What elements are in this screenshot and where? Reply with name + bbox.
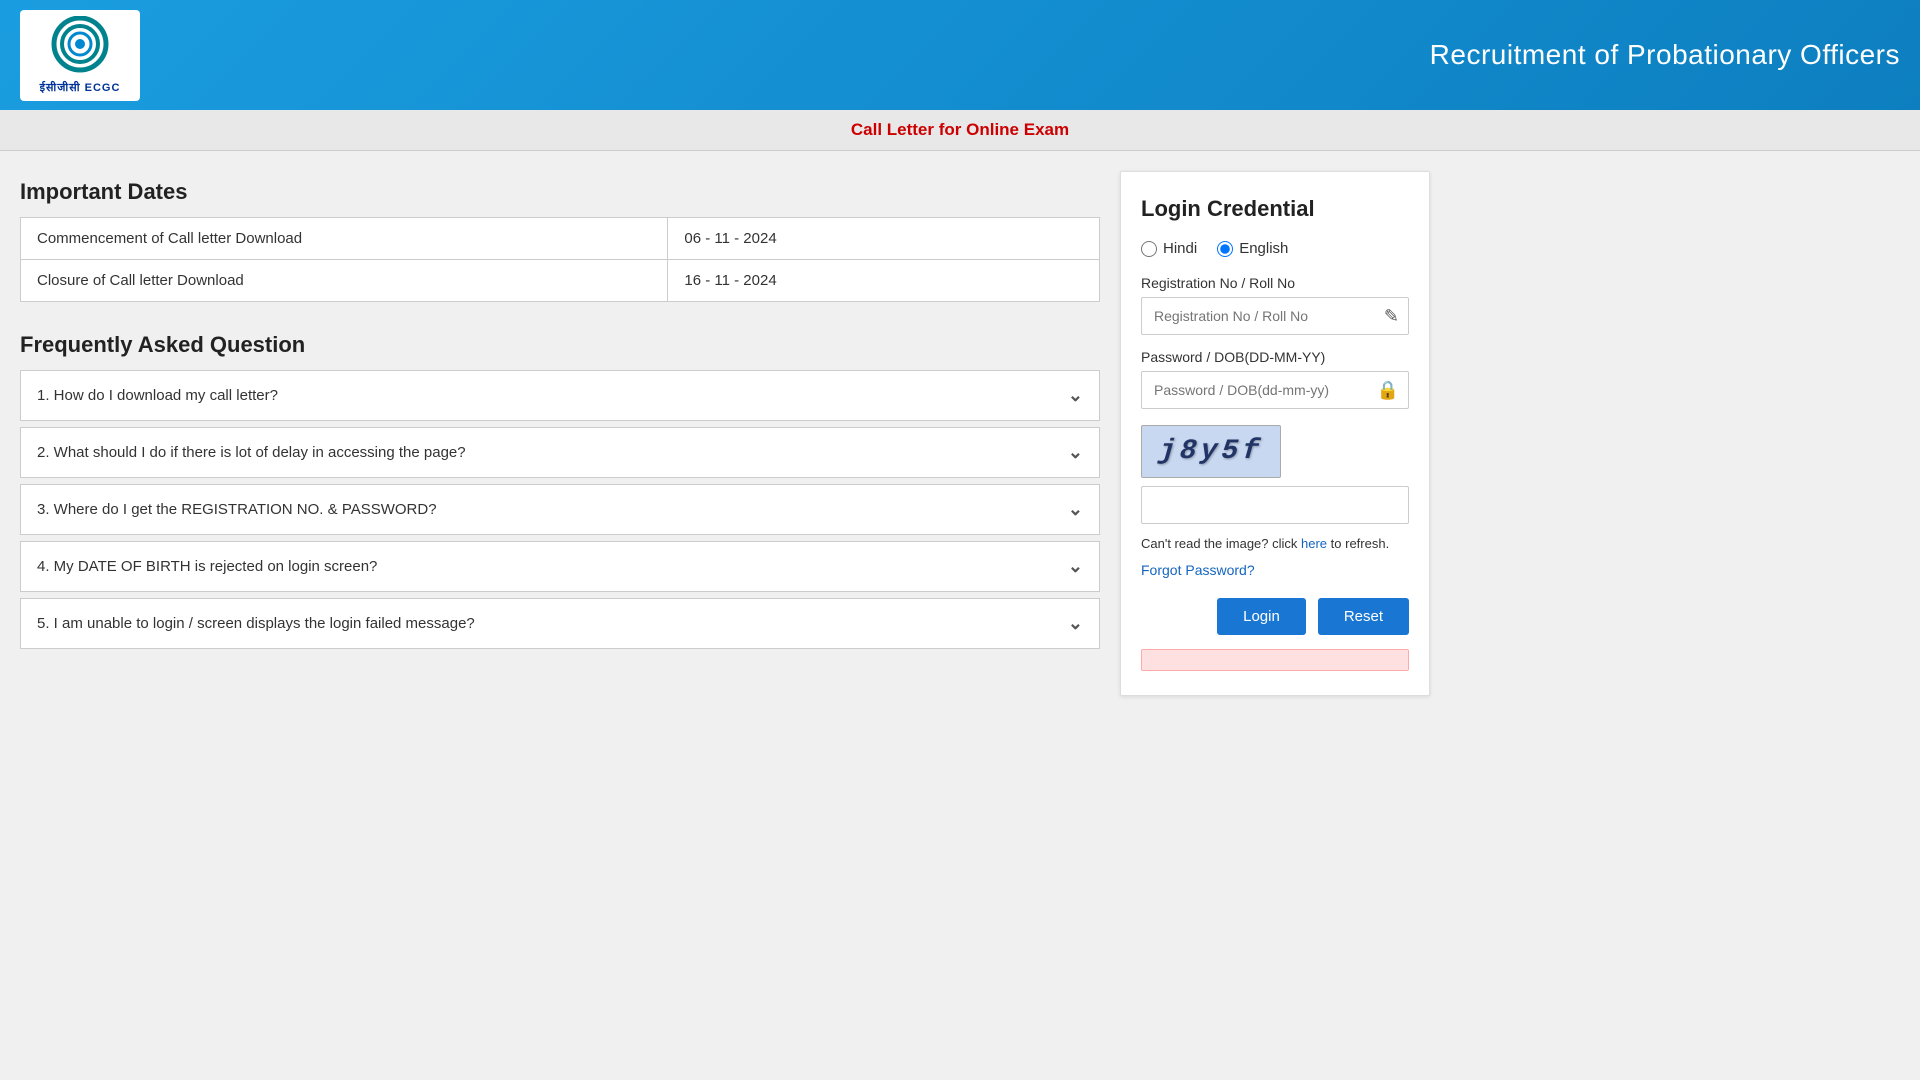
chevron-down-icon: ⌄: [1068, 613, 1083, 634]
faq-item-4[interactable]: 4. My DATE OF BIRTH is rejected on login…: [20, 541, 1100, 592]
faq-question-3: 3. Where do I get the REGISTRATION NO. &…: [37, 501, 437, 518]
chevron-down-icon: ⌄: [1068, 556, 1083, 577]
faq-item-5[interactable]: 5. I am unable to login / screen display…: [20, 598, 1100, 649]
hindi-label: Hindi: [1163, 240, 1197, 257]
edit-icon[interactable]: ✎: [1384, 306, 1399, 327]
registration-input[interactable]: [1141, 297, 1409, 335]
captcha-refresh-label: Can't read the image? click: [1141, 536, 1301, 551]
faq-question-1: 1. How do I download my call letter?: [37, 387, 278, 404]
important-dates-table: Commencement of Call letter Download 06 …: [20, 217, 1100, 302]
captcha-input[interactable]: [1141, 486, 1409, 524]
password-input[interactable]: [1141, 371, 1409, 409]
login-buttons-container: Login Reset: [1141, 598, 1409, 635]
captcha-refresh-link[interactable]: here: [1301, 536, 1327, 551]
main-content: Important Dates Commencement of Call let…: [0, 151, 1920, 716]
table-row: Closure of Call letter Download 16 - 11 …: [21, 260, 1100, 302]
faq-question-2: 2. What should I do if there is lot of d…: [37, 444, 466, 461]
logo-container: ईसीजीसी ECGC: [20, 10, 140, 101]
captcha-text: j8y5f: [1158, 436, 1265, 467]
date-value-2: 16 - 11 - 2024: [668, 260, 1100, 302]
logo-text: ईसीजीसी ECGC: [40, 80, 121, 95]
date-value-1: 06 - 11 - 2024: [668, 218, 1100, 260]
lock-icon: 🔒: [1377, 380, 1399, 401]
table-row: Commencement of Call letter Download 06 …: [21, 218, 1100, 260]
page-header: ईसीजीसी ECGC Recruitment of Probationary…: [0, 0, 1920, 110]
date-label-1: Commencement of Call letter Download: [21, 218, 668, 260]
login-panel: Login Credential Hindi English Registrat…: [1120, 171, 1430, 696]
captcha-refresh-text: Can't read the image? click here to refr…: [1141, 534, 1409, 554]
sub-header-banner: Call Letter for Online Exam: [0, 110, 1920, 151]
english-label: English: [1239, 240, 1288, 257]
page-title: Recruitment of Probationary Officers: [1430, 39, 1900, 71]
date-label-2: Closure of Call letter Download: [21, 260, 668, 302]
faq-question-5: 5. I am unable to login / screen display…: [37, 615, 475, 632]
chevron-down-icon: ⌄: [1068, 442, 1083, 463]
hindi-radio[interactable]: [1141, 241, 1157, 257]
chevron-down-icon: ⌄: [1068, 499, 1083, 520]
forgot-password-link[interactable]: Forgot Password?: [1141, 562, 1409, 578]
chevron-down-icon: ⌄: [1068, 385, 1083, 406]
captcha-image: j8y5f: [1141, 425, 1281, 478]
language-selector: Hindi English: [1141, 240, 1409, 257]
english-radio[interactable]: [1217, 241, 1233, 257]
sub-header-label: Call Letter for Online Exam: [851, 120, 1069, 139]
reset-button[interactable]: Reset: [1318, 598, 1409, 635]
login-title: Login Credential: [1141, 196, 1409, 222]
captcha-refresh-suffix: to refresh.: [1327, 536, 1389, 551]
faq-item-3[interactable]: 3. Where do I get the REGISTRATION NO. &…: [20, 484, 1100, 535]
password-field-label: Password / DOB(DD-MM-YY): [1141, 349, 1409, 365]
registration-input-wrapper: ✎: [1141, 297, 1409, 335]
password-input-wrapper: 🔒: [1141, 371, 1409, 409]
ecgc-logo-icon: [40, 16, 120, 76]
faq-title: Frequently Asked Question: [20, 332, 1100, 358]
faq-item-2[interactable]: 2. What should I do if there is lot of d…: [20, 427, 1100, 478]
login-button[interactable]: Login: [1217, 598, 1306, 635]
bottom-strip: [1141, 649, 1409, 671]
left-panel: Important Dates Commencement of Call let…: [20, 171, 1100, 696]
faq-item-1[interactable]: 1. How do I download my call letter? ⌄: [20, 370, 1100, 421]
important-dates-title: Important Dates: [20, 179, 1100, 205]
faq-question-4: 4. My DATE OF BIRTH is rejected on login…: [37, 558, 377, 575]
hindi-radio-label[interactable]: Hindi: [1141, 240, 1197, 257]
english-radio-label[interactable]: English: [1217, 240, 1288, 257]
registration-field-label: Registration No / Roll No: [1141, 275, 1409, 291]
